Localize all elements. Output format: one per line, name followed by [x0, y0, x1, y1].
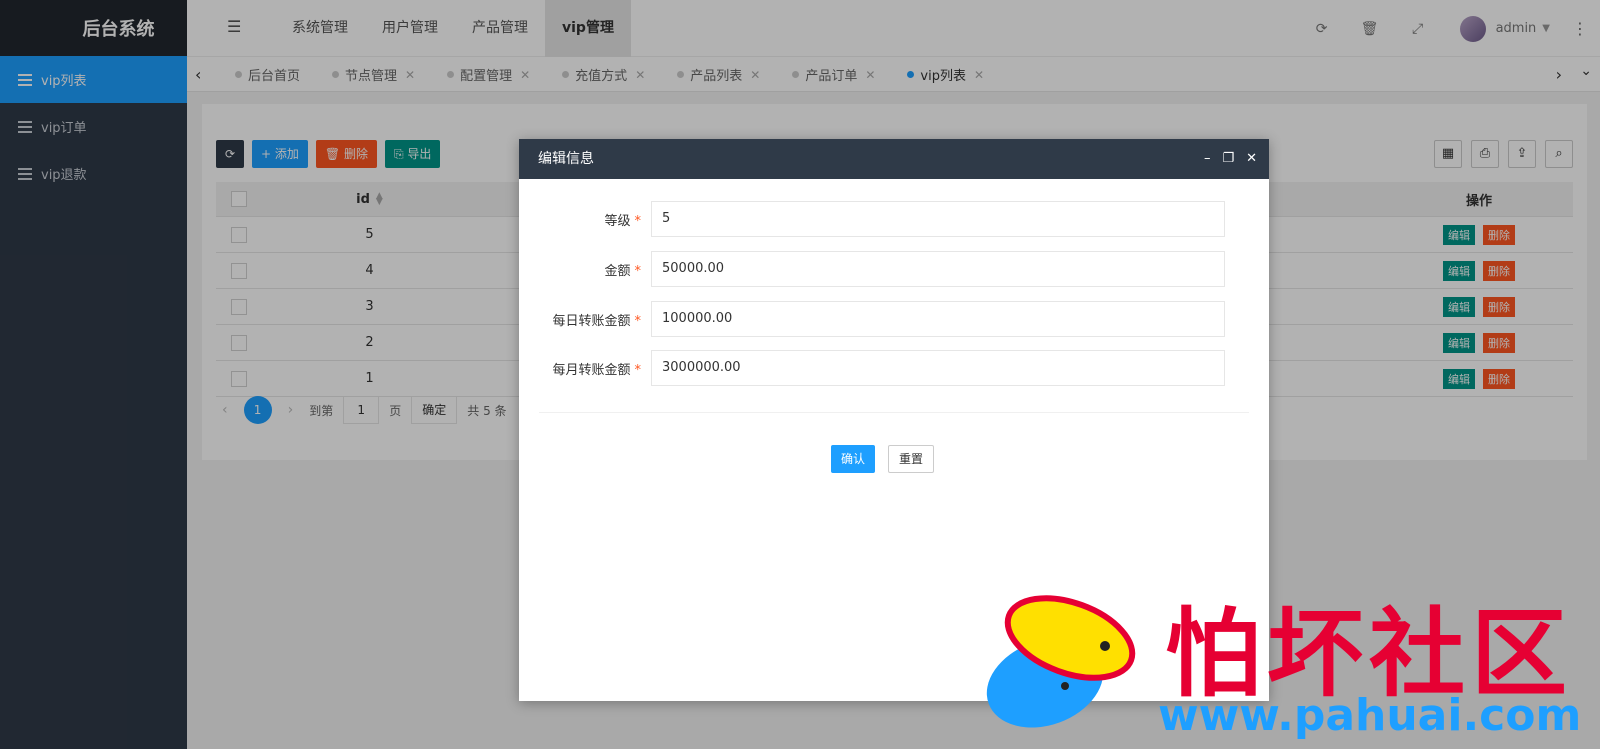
- confirm-button[interactable]: 确认: [831, 445, 876, 473]
- required-mark: *: [634, 213, 642, 229]
- required-mark: *: [634, 313, 642, 329]
- reset-button[interactable]: 重置: [888, 445, 935, 473]
- watermark-url: www.pahuai.com: [1158, 690, 1582, 741]
- field-label: 每月转账金额: [552, 362, 631, 378]
- field-label: 等级: [604, 213, 631, 229]
- close-icon[interactable]: ✕: [1246, 139, 1257, 179]
- dialog-title: 编辑信息: [538, 151, 594, 167]
- minimize-icon[interactable]: –: [1204, 139, 1211, 179]
- maximize-icon[interactable]: ❐: [1222, 139, 1234, 179]
- level-field[interactable]: 5: [651, 201, 1225, 237]
- daily-transfer-field[interactable]: 100000.00: [651, 301, 1225, 337]
- amount-field[interactable]: 50000.00: [651, 251, 1225, 287]
- watermark: 怕坏社区 www.pahuai.com: [970, 578, 1590, 743]
- divider: [539, 412, 1249, 413]
- form-row-daily: 每日转账金额 * 100000.00: [519, 301, 1269, 337]
- dialog-controls: – ❐ ✕: [1192, 139, 1257, 179]
- fish-logo-icon: [986, 595, 1136, 728]
- form-row-level: 等级 * 5: [519, 201, 1269, 237]
- form-row-amount: 金额 * 50000.00: [519, 251, 1269, 287]
- dialog-titlebar: 编辑信息 – ❐ ✕: [519, 139, 1269, 179]
- form-row-monthly: 每月转账金额 * 3000000.00: [519, 350, 1269, 386]
- field-label: 每日转账金额: [552, 313, 631, 329]
- monthly-transfer-field[interactable]: 3000000.00: [651, 350, 1225, 386]
- dialog-buttons: 确认 重置: [831, 445, 935, 473]
- required-mark: *: [634, 362, 642, 378]
- field-label: 金额: [604, 263, 631, 279]
- required-mark: *: [634, 263, 642, 279]
